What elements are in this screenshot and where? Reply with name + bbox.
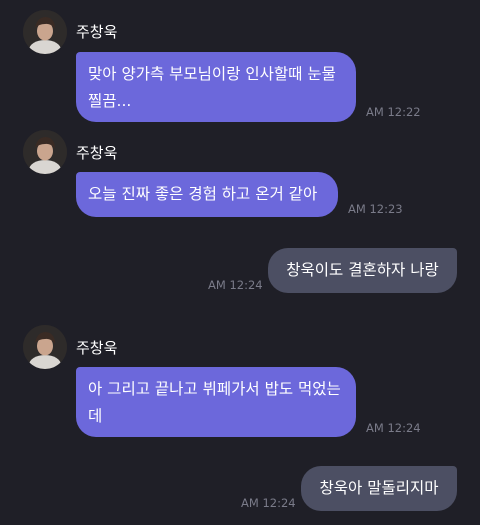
message-timestamp: AM 12:23 (348, 202, 403, 216)
sender-name: 주창욱 (76, 23, 118, 41)
message-timestamp: AM 12:22 (366, 105, 421, 119)
message-timestamp: AM 12:24 (208, 278, 263, 292)
contact-avatar[interactable] (23, 325, 67, 369)
profile-photo-icon (23, 10, 67, 54)
outgoing-message-bubble[interactable]: 창욱이도 결혼하자 나랑 (268, 248, 457, 293)
message-timestamp: AM 12:24 (241, 496, 296, 510)
chat-thread: 주창욱 맞아 양가측 부모님이랑 인사할때 눈물 찔끔... AM 12:22 … (0, 0, 480, 525)
incoming-message-bubble[interactable]: 맞아 양가측 부모님이랑 인사할때 눈물 찔끔... (76, 52, 356, 122)
profile-photo-icon (23, 325, 67, 369)
outgoing-message-bubble[interactable]: 창욱아 말돌리지마 (301, 466, 457, 511)
message-timestamp: AM 12:24 (366, 421, 421, 435)
profile-photo-icon (23, 130, 67, 174)
incoming-message-bubble[interactable]: 오늘 진짜 좋은 경험 하고 온거 같아 (76, 172, 338, 217)
incoming-message-bubble[interactable]: 아 그리고 끝나고 뷔페가서 밥도 먹었는데 (76, 367, 356, 437)
contact-avatar[interactable] (23, 130, 67, 174)
contact-avatar[interactable] (23, 10, 67, 54)
sender-name: 주창욱 (76, 144, 118, 162)
sender-name: 주창욱 (76, 339, 118, 357)
